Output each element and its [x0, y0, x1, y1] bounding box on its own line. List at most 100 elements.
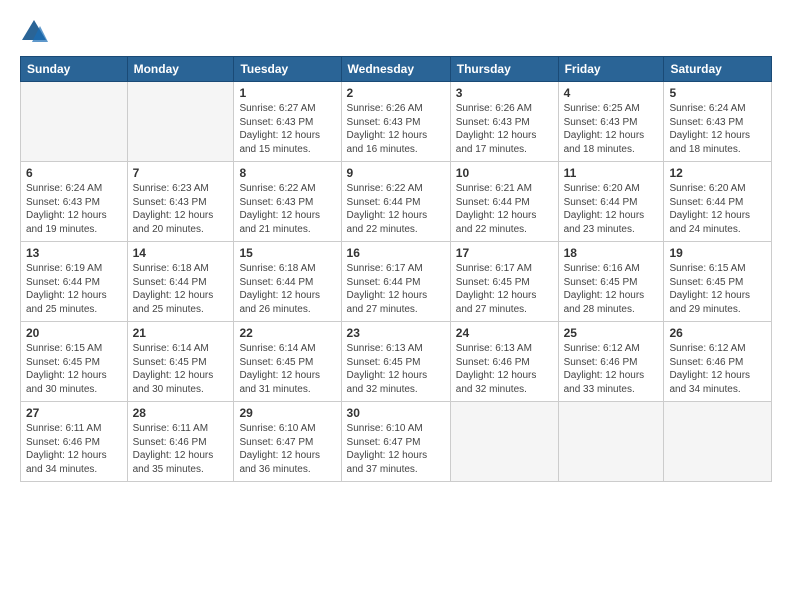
calendar-cell: 6 Sunrise: 6:24 AM Sunset: 6:43 PM Daylig…	[21, 162, 128, 242]
calendar-cell: 14Sunrise: 6:18 AM Sunset: 6:44 PM Dayli…	[127, 242, 234, 322]
day-number: 9	[347, 166, 445, 180]
calendar-cell: 2 Sunrise: 6:26 AM Sunset: 6:43 PM Daylig…	[341, 82, 450, 162]
calendar-cell: 28 Sunrise: 6:11 AM Sunset: 6:46 PM Dayli…	[127, 402, 234, 482]
day-info: Sunrise: 6:19 AM Sunset: 6:44 PM Dayligh…	[26, 262, 122, 316]
calendar-week-row: 27 Sunrise: 6:11 AM Sunset: 6:46 PM Dayli…	[21, 402, 772, 482]
calendar-cell: 1 Sunrise: 6:27 AM Sunset: 6:43 PM Daylig…	[234, 82, 341, 162]
day-number: 6	[26, 166, 122, 180]
calendar-cell: 30Sunrise: 6:10 AM Sunset: 6:47 PM Dayli…	[341, 402, 450, 482]
day-info: Sunrise: 6:26 AM Sunset: 6:43 PM Dayligh…	[347, 102, 445, 156]
day-number: 8	[239, 166, 335, 180]
day-number: 3	[456, 86, 553, 100]
calendar-cell: 29 Sunrise: 6:10 AM Sunset: 6:47 PM Dayli…	[234, 402, 341, 482]
calendar-cell	[127, 82, 234, 162]
calendar-header-cell: Saturday	[664, 57, 772, 82]
day-number: 20	[26, 326, 122, 340]
calendar-cell	[450, 402, 558, 482]
day-info: Sunrise: 6:11 AM Sunset: 6:46 PM Dayligh…	[133, 422, 229, 476]
day-number: 23	[347, 326, 445, 340]
calendar-cell: 23 Sunrise: 6:13 AM Sunset: 6:45 PM Dayli…	[341, 322, 450, 402]
calendar-week-row: 6 Sunrise: 6:24 AM Sunset: 6:43 PM Daylig…	[21, 162, 772, 242]
calendar-cell: 5 Sunrise: 6:24 AM Sunset: 6:43 PM Daylig…	[664, 82, 772, 162]
header	[20, 18, 772, 46]
calendar-cell: 21 Sunrise: 6:14 AM Sunset: 6:45 PM Dayli…	[127, 322, 234, 402]
day-info: Sunrise: 6:12 AM Sunset: 6:46 PM Dayligh…	[564, 342, 659, 396]
calendar-header-row: SundayMondayTuesdayWednesdayThursdayFrid…	[21, 57, 772, 82]
day-number: 30	[347, 406, 445, 420]
day-info: Sunrise: 6:13 AM Sunset: 6:46 PM Dayligh…	[456, 342, 553, 396]
day-number: 12	[669, 166, 766, 180]
day-number: 14	[133, 246, 229, 260]
calendar-cell: 27 Sunrise: 6:11 AM Sunset: 6:46 PM Dayli…	[21, 402, 128, 482]
day-info: Sunrise: 6:10 AM Sunset: 6:47 PM Dayligh…	[239, 422, 335, 476]
day-info: Sunrise: 6:17 AM Sunset: 6:44 PM Dayligh…	[347, 262, 445, 316]
calendar-cell: 15 Sunrise: 6:18 AM Sunset: 6:44 PM Dayli…	[234, 242, 341, 322]
calendar-table: SundayMondayTuesdayWednesdayThursdayFrid…	[20, 56, 772, 482]
calendar-cell	[664, 402, 772, 482]
logo-icon	[20, 18, 48, 46]
calendar-cell: 16Sunrise: 6:17 AM Sunset: 6:44 PM Dayli…	[341, 242, 450, 322]
calendar-cell: 11Sunrise: 6:20 AM Sunset: 6:44 PM Dayli…	[558, 162, 664, 242]
calendar-week-row: 20 Sunrise: 6:15 AM Sunset: 6:45 PM Dayli…	[21, 322, 772, 402]
day-info: Sunrise: 6:15 AM Sunset: 6:45 PM Dayligh…	[26, 342, 122, 396]
day-info: Sunrise: 6:22 AM Sunset: 6:43 PM Dayligh…	[239, 182, 335, 236]
page: SundayMondayTuesdayWednesdayThursdayFrid…	[0, 0, 792, 612]
day-info: Sunrise: 6:14 AM Sunset: 6:45 PM Dayligh…	[133, 342, 229, 396]
calendar-header-cell: Thursday	[450, 57, 558, 82]
day-info: Sunrise: 6:22 AM Sunset: 6:44 PM Dayligh…	[347, 182, 445, 236]
calendar-cell: 25 Sunrise: 6:12 AM Sunset: 6:46 PM Dayli…	[558, 322, 664, 402]
calendar-cell: 8 Sunrise: 6:22 AM Sunset: 6:43 PM Daylig…	[234, 162, 341, 242]
calendar-cell: 9 Sunrise: 6:22 AM Sunset: 6:44 PM Daylig…	[341, 162, 450, 242]
day-number: 19	[669, 246, 766, 260]
day-number: 2	[347, 86, 445, 100]
day-number: 13	[26, 246, 122, 260]
calendar-cell: 10 Sunrise: 6:21 AM Sunset: 6:44 PM Dayli…	[450, 162, 558, 242]
calendar-cell: 18Sunrise: 6:16 AM Sunset: 6:45 PM Dayli…	[558, 242, 664, 322]
calendar-cell: 7Sunrise: 6:23 AM Sunset: 6:43 PM Daylig…	[127, 162, 234, 242]
logo	[20, 18, 52, 46]
calendar-cell: 17Sunrise: 6:17 AM Sunset: 6:45 PM Dayli…	[450, 242, 558, 322]
calendar-cell: 20 Sunrise: 6:15 AM Sunset: 6:45 PM Dayli…	[21, 322, 128, 402]
day-number: 29	[239, 406, 335, 420]
day-info: Sunrise: 6:26 AM Sunset: 6:43 PM Dayligh…	[456, 102, 553, 156]
day-info: Sunrise: 6:11 AM Sunset: 6:46 PM Dayligh…	[26, 422, 122, 476]
calendar-cell: 4Sunrise: 6:25 AM Sunset: 6:43 PM Daylig…	[558, 82, 664, 162]
calendar-header-cell: Tuesday	[234, 57, 341, 82]
day-info: Sunrise: 6:20 AM Sunset: 6:44 PM Dayligh…	[669, 182, 766, 236]
day-number: 25	[564, 326, 659, 340]
day-info: Sunrise: 6:12 AM Sunset: 6:46 PM Dayligh…	[669, 342, 766, 396]
day-info: Sunrise: 6:18 AM Sunset: 6:44 PM Dayligh…	[239, 262, 335, 316]
day-number: 7	[133, 166, 229, 180]
day-number: 18	[564, 246, 659, 260]
day-number: 4	[564, 86, 659, 100]
day-number: 28	[133, 406, 229, 420]
day-number: 21	[133, 326, 229, 340]
calendar-cell: 19 Sunrise: 6:15 AM Sunset: 6:45 PM Dayli…	[664, 242, 772, 322]
day-info: Sunrise: 6:13 AM Sunset: 6:45 PM Dayligh…	[347, 342, 445, 396]
day-info: Sunrise: 6:24 AM Sunset: 6:43 PM Dayligh…	[26, 182, 122, 236]
calendar-header-cell: Sunday	[21, 57, 128, 82]
calendar-cell: 13 Sunrise: 6:19 AM Sunset: 6:44 PM Dayli…	[21, 242, 128, 322]
day-number: 11	[564, 166, 659, 180]
day-number: 10	[456, 166, 553, 180]
calendar-cell	[21, 82, 128, 162]
day-info: Sunrise: 6:14 AM Sunset: 6:45 PM Dayligh…	[239, 342, 335, 396]
calendar-cell: 26Sunrise: 6:12 AM Sunset: 6:46 PM Dayli…	[664, 322, 772, 402]
day-number: 5	[669, 86, 766, 100]
day-info: Sunrise: 6:15 AM Sunset: 6:45 PM Dayligh…	[669, 262, 766, 316]
calendar-header-cell: Friday	[558, 57, 664, 82]
day-number: 27	[26, 406, 122, 420]
day-info: Sunrise: 6:27 AM Sunset: 6:43 PM Dayligh…	[239, 102, 335, 156]
day-info: Sunrise: 6:24 AM Sunset: 6:43 PM Dayligh…	[669, 102, 766, 156]
day-info: Sunrise: 6:21 AM Sunset: 6:44 PM Dayligh…	[456, 182, 553, 236]
calendar-cell: 12 Sunrise: 6:20 AM Sunset: 6:44 PM Dayli…	[664, 162, 772, 242]
calendar-cell: 24Sunrise: 6:13 AM Sunset: 6:46 PM Dayli…	[450, 322, 558, 402]
calendar-week-row: 13 Sunrise: 6:19 AM Sunset: 6:44 PM Dayli…	[21, 242, 772, 322]
calendar-header-cell: Monday	[127, 57, 234, 82]
calendar-cell	[558, 402, 664, 482]
day-number: 1	[239, 86, 335, 100]
day-number: 15	[239, 246, 335, 260]
calendar-header-cell: Wednesday	[341, 57, 450, 82]
day-number: 17	[456, 246, 553, 260]
calendar-cell: 22Sunrise: 6:14 AM Sunset: 6:45 PM Dayli…	[234, 322, 341, 402]
